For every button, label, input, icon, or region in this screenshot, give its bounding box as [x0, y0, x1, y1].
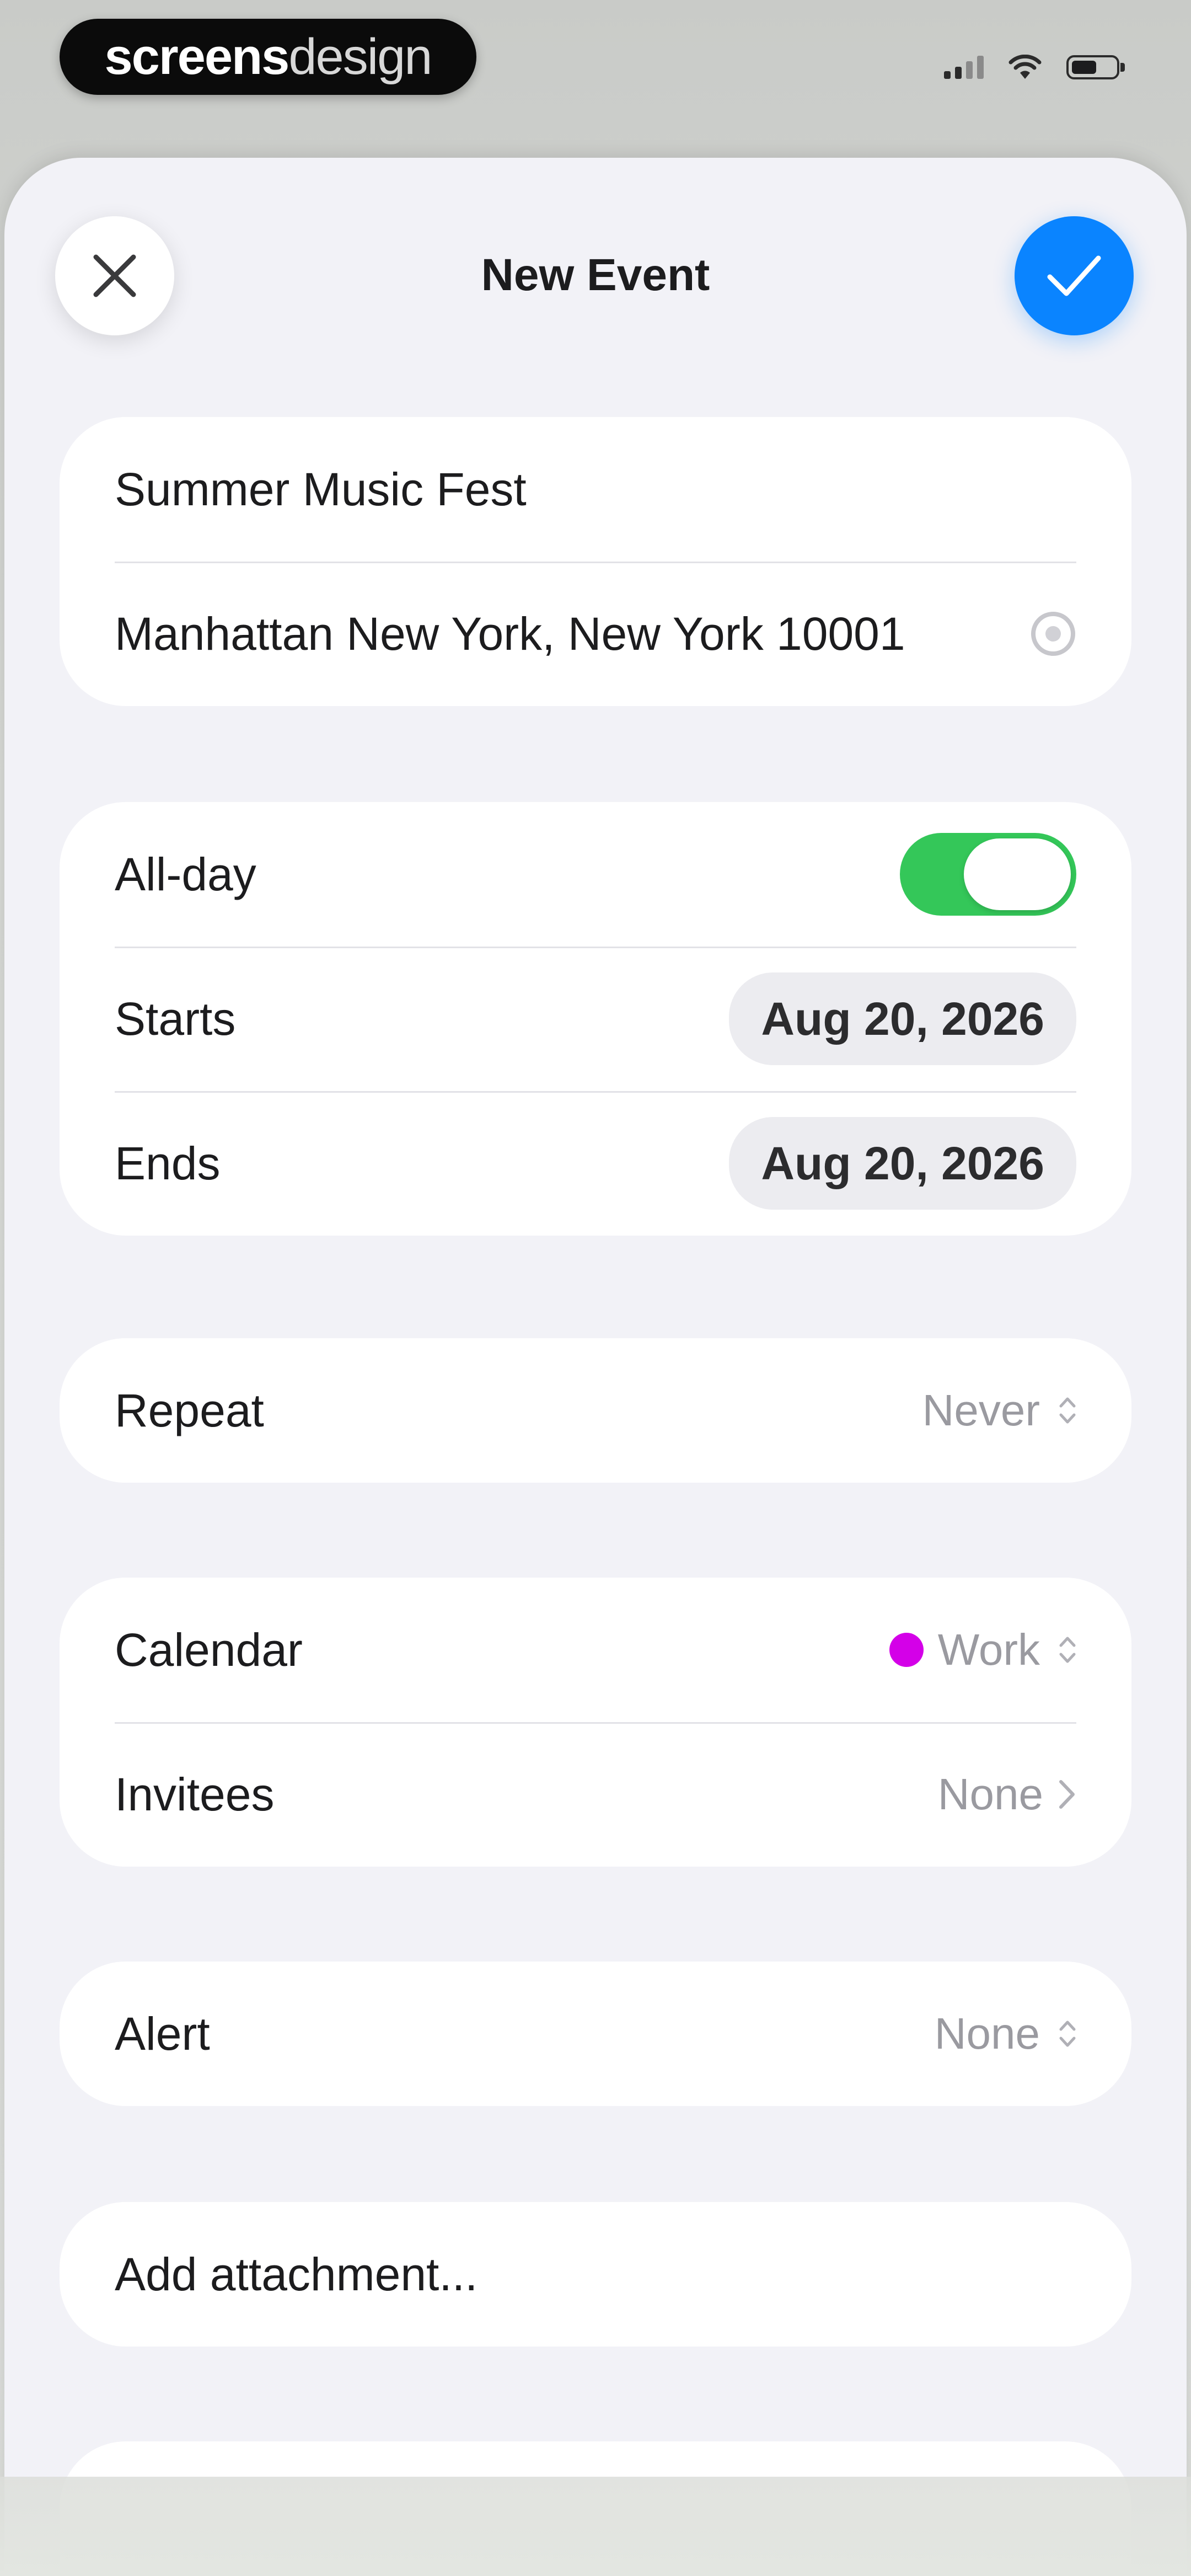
page-title: New Event [481, 250, 710, 300]
invitees-value: None [937, 1770, 1043, 1819]
repeat-selector[interactable]: Never [922, 1385, 1076, 1436]
chevron-right-icon [1059, 1780, 1075, 1809]
brand-logo: screensdesign [104, 29, 433, 85]
starts-date-button[interactable]: Aug 20, 2026 [729, 972, 1076, 1065]
bottom-fade [0, 2477, 1191, 2576]
ends-label: Ends [115, 1137, 221, 1189]
brand-badge: screensdesign [60, 19, 476, 95]
repeat-value: Never [922, 1386, 1040, 1435]
title-field[interactable]: Summer Music Fest [60, 417, 1131, 562]
calendar-group: Calendar Work Invitees None [60, 1578, 1131, 1867]
alert-selector[interactable]: None [935, 2008, 1076, 2059]
ends-row: Ends Aug 20, 2026 [60, 1091, 1131, 1236]
repeat-label: Repeat [115, 1384, 264, 1436]
attachment-group: Add attachment... [60, 2202, 1131, 2347]
repeat-group: Repeat Never [60, 1338, 1131, 1483]
alert-row[interactable]: Alert None [60, 1962, 1131, 2106]
add-attachment-label: Add attachment... [115, 2248, 478, 2300]
sheet-header: New Event [4, 158, 1187, 389]
alert-group: Alert None [60, 1962, 1131, 2106]
ends-date-button[interactable]: Aug 20, 2026 [729, 1117, 1076, 1210]
alert-value: None [934, 2009, 1040, 2058]
calendar-row[interactable]: Calendar Work [60, 1578, 1131, 1722]
toggle-knob [964, 838, 1071, 910]
status-bar: screensdesign [0, 0, 1191, 121]
invitees-link[interactable]: None [938, 1769, 1076, 1820]
battery-icon [1066, 55, 1125, 79]
location-info-icon[interactable] [1030, 611, 1076, 657]
calendar-label: Calendar [115, 1623, 303, 1676]
wifi-icon [1008, 55, 1042, 79]
all-day-toggle[interactable] [900, 833, 1076, 916]
repeat-row[interactable]: Repeat Never [60, 1338, 1131, 1483]
confirm-button[interactable] [1015, 216, 1134, 335]
chevron-up-down-icon [1059, 1396, 1076, 1425]
all-day-label: All-day [115, 848, 256, 900]
starts-label: Starts [115, 992, 236, 1045]
cellular-signal-icon [944, 56, 984, 79]
location-value: Manhattan New York, New York 10001 [115, 607, 905, 660]
location-field[interactable]: Manhattan New York, New York 10001 [60, 562, 1131, 706]
invitees-label: Invitees [115, 1768, 275, 1820]
starts-row: Starts Aug 20, 2026 [60, 947, 1131, 1091]
chevron-up-down-icon [1059, 2019, 1076, 2048]
brand-logo-bold: screens [104, 29, 290, 85]
all-day-row: All-day [60, 802, 1131, 947]
invitees-row[interactable]: Invitees None [60, 1722, 1131, 1867]
new-event-sheet: New Event Summer Music Fest Manhattan Ne… [4, 158, 1187, 2576]
details-group: Summer Music Fest Manhattan New York, Ne… [60, 417, 1131, 706]
alert-label: Alert [115, 2007, 210, 2060]
calendar-value: Work [937, 1625, 1040, 1674]
title-value: Summer Music Fest [115, 463, 527, 515]
checkmark-icon [1047, 255, 1101, 296]
calendar-selector[interactable]: Work [889, 1624, 1076, 1675]
status-icons [944, 51, 1125, 84]
chevron-up-down-icon [1059, 1636, 1076, 1664]
calendar-color-dot [889, 1633, 924, 1667]
brand-logo-light: design [288, 29, 432, 85]
add-attachment-button[interactable]: Add attachment... [60, 2202, 1131, 2347]
schedule-group: All-day Starts Aug 20, 2026 Ends Aug 20,… [60, 802, 1131, 1236]
